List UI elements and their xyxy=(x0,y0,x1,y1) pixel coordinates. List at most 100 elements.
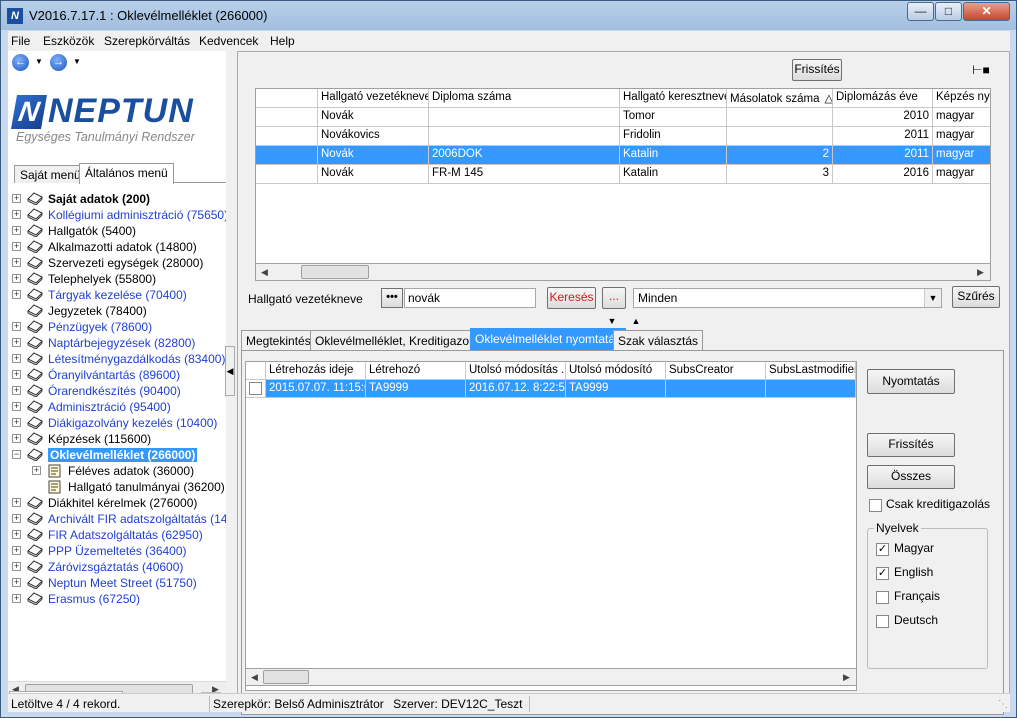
expand-icon[interactable]: + xyxy=(12,322,21,331)
tree-item[interactable]: + Órarendkészítés (90400) xyxy=(8,383,226,399)
back-dropdown-icon[interactable]: ▼ xyxy=(35,57,43,66)
collapse-icon[interactable]: − xyxy=(12,450,21,459)
tab-sajat-menu[interactable]: Saját menü xyxy=(14,165,87,183)
students-grid-scrollbar[interactable]: ◀ ▶ xyxy=(255,263,991,281)
tree-item[interactable]: + Archivált FIR adatszolgáltatás (14450 xyxy=(8,511,226,527)
advanced-search-button[interactable]: ... xyxy=(602,287,626,309)
column-header[interactable]: Létrehozó xyxy=(366,362,466,380)
tree-item[interactable]: Jegyzetek (78400) xyxy=(8,303,226,319)
tree-item[interactable]: + Óranyilvántartás (89600) xyxy=(8,367,226,383)
scroll-left-icon[interactable]: ◀ xyxy=(257,265,272,280)
tab-megtekintes[interactable]: Megtekintés xyxy=(241,330,316,350)
menu-szerepkorvaltas[interactable]: Szerepkörváltás xyxy=(104,34,190,48)
collapse-left-panel-button[interactable]: ◀ xyxy=(225,346,235,396)
expand-icon[interactable]: + xyxy=(12,498,21,507)
language-checkbox[interactable]: ✓ xyxy=(876,543,889,556)
tree-item[interactable]: + Létesítménygazdálkodás (83400) xyxy=(8,351,226,367)
tree-item[interactable]: − Oklevélmelléklet (266000) xyxy=(8,447,226,463)
menu-file[interactable]: File xyxy=(11,34,30,48)
column-header[interactable]: Hallgató vezetékneve xyxy=(318,89,429,108)
forward-dropdown-icon[interactable]: ▼ xyxy=(73,57,81,66)
menu-kedvencek[interactable]: Kedvencek xyxy=(199,34,258,48)
column-header[interactable]: Utolsó módosítás ... xyxy=(466,362,566,380)
scroll-right-icon[interactable]: ▶ xyxy=(839,670,854,685)
expand-icon[interactable]: + xyxy=(12,370,21,379)
top-refresh-button[interactable]: Frissítés xyxy=(792,59,842,81)
tree-item[interactable]: + Neptun Meet Street (51750) xyxy=(8,575,226,591)
column-header[interactable]: Diploma száma xyxy=(429,89,620,108)
expand-icon[interactable]: + xyxy=(32,466,41,475)
language-checkbox[interactable] xyxy=(876,591,889,604)
tree-item[interactable]: + Diákigazolvány kezelés (10400) xyxy=(8,415,226,431)
close-button[interactable]: ✕ xyxy=(963,2,1010,21)
filter-select[interactable]: Minden ▼ xyxy=(633,288,942,308)
expand-icon[interactable]: + xyxy=(12,594,21,603)
tree-item[interactable]: + Adminisztráció (95400) xyxy=(8,399,226,415)
maximize-button[interactable]: □ xyxy=(935,2,962,21)
expand-icon[interactable]: + xyxy=(12,210,21,219)
print-grid-scrollbar[interactable]: ◀ ▶ xyxy=(245,668,857,686)
tree-item[interactable]: + FIR Adatszolgáltatás (62950) xyxy=(8,527,226,543)
tree-item[interactable]: + Tárgyak kezelése (70400) xyxy=(8,287,226,303)
splitter-up-icon[interactable]: ▲ xyxy=(627,317,645,326)
column-header[interactable]: Utolsó módosító xyxy=(566,362,666,380)
checkbox[interactable] xyxy=(249,382,262,395)
back-icon[interactable]: ← xyxy=(12,54,29,71)
expand-icon[interactable]: + xyxy=(12,562,21,571)
pin-icon[interactable]: ⊢■ xyxy=(972,64,990,76)
chevron-down-icon[interactable]: ▼ xyxy=(924,289,941,307)
tree-item[interactable]: + Diákhitel kérelmek (276000) xyxy=(8,495,226,511)
column-header[interactable]: Hallgató keresztneve xyxy=(620,89,727,108)
scroll-left-icon[interactable]: ◀ xyxy=(247,670,262,685)
menu-help[interactable]: Help xyxy=(270,34,295,48)
print-button[interactable]: Nyomtatás xyxy=(867,369,955,394)
panel-splitter[interactable]: ▼ ▲ xyxy=(238,317,1009,327)
language-checkbox[interactable] xyxy=(876,615,889,628)
expand-icon[interactable]: + xyxy=(12,418,21,427)
minimize-button[interactable]: — xyxy=(907,2,934,21)
sort-ascending-icon[interactable]: △ xyxy=(824,93,832,105)
tree-item[interactable]: + Kollégiumi adminisztráció (75650) xyxy=(8,207,226,223)
resize-grip-icon[interactable]: ⋱ xyxy=(998,699,1008,710)
tree-item[interactable]: + Telephelyek (55800) xyxy=(8,271,226,287)
expand-icon[interactable]: + xyxy=(12,530,21,539)
splitter-down-icon[interactable]: ▼ xyxy=(603,317,621,326)
tree-item[interactable]: + Erasmus (67250) xyxy=(8,591,226,607)
row-select-checkbox[interactable] xyxy=(246,380,266,398)
tab-nyomtatas[interactable]: Oklevélmelléklet nyomtatás xyxy=(470,328,627,350)
search-button[interactable]: Keresés xyxy=(547,287,596,309)
scroll-thumb[interactable] xyxy=(263,670,309,684)
tree-item[interactable]: + Hallgatók (5400) xyxy=(8,223,226,239)
scroll-thumb[interactable] xyxy=(301,265,369,279)
menu-eszkozok[interactable]: Eszközök xyxy=(43,34,94,48)
tree-item[interactable]: + Pénzügyek (78600) xyxy=(8,319,226,335)
expand-icon[interactable]: + xyxy=(12,354,21,363)
tree-item[interactable]: + Alkalmazotti adatok (14800) xyxy=(8,239,226,255)
tree-item[interactable]: + Naptárbejegyzések (82800) xyxy=(8,335,226,351)
column-header[interactable]: SubsLastmodifier xyxy=(766,362,856,380)
expand-icon[interactable]: + xyxy=(12,386,21,395)
tree-item[interactable]: + Féléves adatok (36000) xyxy=(8,463,226,479)
credit-only-checkbox[interactable] xyxy=(869,499,882,512)
column-header[interactable]: Másolatok száma △ xyxy=(727,89,833,108)
scroll-right-icon[interactable]: ▶ xyxy=(973,265,988,280)
expand-icon[interactable]: + xyxy=(12,578,21,587)
tree-item[interactable]: + Záróvizsgáztatás (40600) xyxy=(8,559,226,575)
expand-icon[interactable]: + xyxy=(12,274,21,283)
tree-item[interactable]: + PPP Üzemeltetés (36400) xyxy=(8,543,226,559)
expand-icon[interactable]: + xyxy=(12,194,21,203)
tree-item[interactable]: + Szervezeti egységek (28000) xyxy=(8,255,226,271)
title-bar[interactable]: N V2016.7.17.1 : Oklevélmelléklet (26600… xyxy=(1,1,1016,30)
expand-icon[interactable]: + xyxy=(12,290,21,299)
tree-item[interactable]: + Képzések (115600) xyxy=(8,431,226,447)
column-header[interactable] xyxy=(246,362,266,380)
tab-kreditigazolas[interactable]: Oklevélmelléklet, Kreditigazolás xyxy=(310,330,490,350)
tab-szak-valasztas[interactable]: Szak választás xyxy=(613,330,704,350)
expand-icon[interactable]: + xyxy=(12,546,21,555)
expand-icon[interactable]: + xyxy=(12,226,21,235)
refresh-button[interactable]: Frissítés xyxy=(867,433,955,457)
language-checkbox[interactable]: ✓ xyxy=(876,567,889,580)
filter-options-button[interactable]: ••• xyxy=(381,288,403,308)
column-header[interactable]: Diplomázás éve xyxy=(833,89,933,108)
expand-icon[interactable]: + xyxy=(12,402,21,411)
